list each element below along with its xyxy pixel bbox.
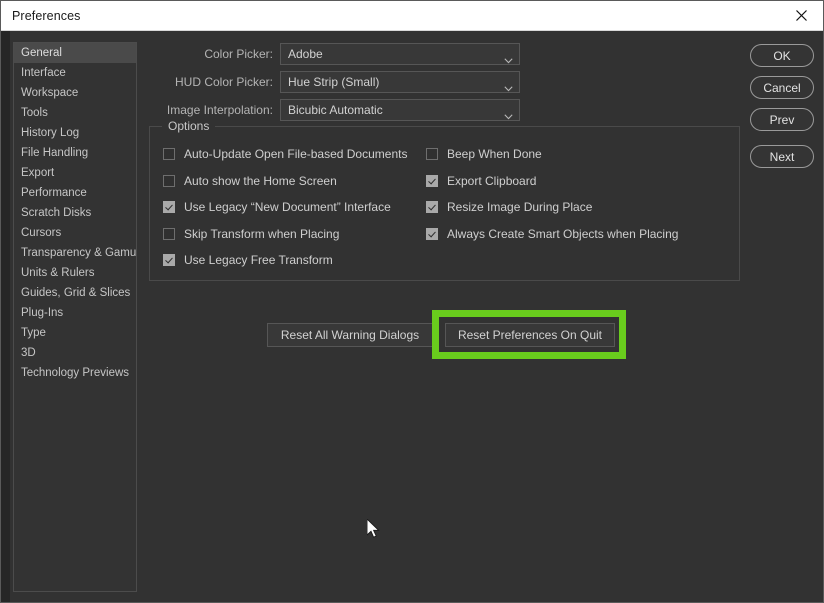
sidebar-item-scratch-disks[interactable]: Scratch Disks [14,203,136,223]
dropdown-value: Adobe [288,47,323,61]
field-label: Color Picker: [204,47,273,61]
checkbox-unchecked-icon[interactable] [163,174,175,187]
checkbox-checked-icon[interactable] [163,254,175,266]
sidebar-item-units-rulers[interactable]: Units & Rulers [14,263,136,283]
preferences-dialog: Preferences General Interface Workspace Too… [0,0,824,603]
sidebar-item-guides-grid-slices[interactable]: Guides, Grid & Slices [14,283,136,303]
cursor-arrow-icon [366,517,380,538]
checkbox-label: Skip Transform when Placing [184,226,340,241]
title-bar: Preferences [1,1,823,31]
checkbox-checked-icon[interactable] [426,174,438,187]
field-row: HUD Color Picker: Hue Strip (Small) [1,71,531,93]
field-label: Image Interpolation: [166,103,273,117]
chevron-down-icon [504,51,513,64]
window-title: Preferences [12,9,81,23]
checkbox-checked-icon[interactable] [163,201,175,213]
field-row: Color Picker: Adobe [1,43,531,65]
ok-button[interactable]: OK [750,44,814,67]
checkbox-label: Auto show the Home Screen [184,173,337,188]
checkbox-row[interactable]: Auto-Update Open File-based Documents [163,145,407,163]
checkbox-row[interactable]: Use Legacy “New Document” Interface [163,198,391,216]
dropdown-image-interpolation[interactable]: Bicubic Automatic [280,99,520,121]
cancel-button[interactable]: Cancel [750,76,814,99]
prev-button[interactable]: Prev [750,108,814,131]
dropdown-value: Hue Strip (Small) [288,75,380,89]
options-group-legend: Options [162,119,216,133]
checkbox-unchecked-icon[interactable] [426,148,438,160]
checkbox-label: Always Create Smart Objects when Placing [447,226,679,241]
mouse-cursor [366,517,381,540]
dropdown-hud-color-picker[interactable]: Hue Strip (Small) [280,71,520,93]
chevron-down-icon [504,107,513,120]
checkbox-unchecked-icon[interactable] [163,148,175,160]
checkbox-label: Auto-Update Open File-based Documents [184,147,408,161]
checkbox-label: Resize Image During Place [447,200,593,214]
sidebar-item-type[interactable]: Type [14,323,136,343]
field-row: Image Interpolation: Bicubic Automatic [1,99,531,121]
checkbox-row[interactable]: Auto show the Home Screen [163,172,337,190]
checkbox-unchecked-icon[interactable] [163,227,175,240]
checkbox-checked-icon[interactable] [426,227,438,240]
checkbox-label: Use Legacy “New Document” Interface [184,200,391,214]
sidebar-item-performance[interactable]: Performance [14,183,136,203]
dialog-body: General Interface Workspace Tools History Lo… [1,31,823,602]
sidebar-item-plug-ins[interactable]: Plug-Ins [14,303,136,323]
checkbox-row[interactable]: Resize Image During Place [426,198,592,216]
checkbox-row[interactable]: Use Legacy Free Transform [163,251,333,269]
sidebar-item-file-handling[interactable]: File Handling [14,143,136,163]
sidebar-item-3d[interactable]: 3D [14,343,136,363]
sidebar-item-technology-previews[interactable]: Technology Previews [14,363,136,383]
checkbox-label: Use Legacy Free Transform [184,253,333,267]
checkbox-row[interactable]: Skip Transform when Placing [163,225,339,243]
checkbox-label: Beep When Done [447,147,542,161]
reset-all-warning-dialogs-button[interactable]: Reset All Warning Dialogs [267,323,433,347]
reset-preferences-on-quit-button[interactable]: Reset Preferences On Quit [445,323,615,347]
checkbox-row[interactable]: Always Create Smart Objects when Placing [426,225,678,243]
sidebar-item-export[interactable]: Export [14,163,136,183]
sidebar-item-cursors[interactable]: Cursors [14,223,136,243]
checkbox-row[interactable]: Beep When Done [426,145,542,163]
field-label: HUD Color Picker: [174,75,273,89]
options-group: Options Auto-Update Open File-based Docu… [149,119,740,281]
dropdown-color-picker[interactable]: Adobe [280,43,520,65]
close-icon[interactable] [779,1,823,30]
checkbox-checked-icon[interactable] [426,201,438,213]
checkbox-row[interactable]: Export Clipboard [426,172,536,190]
preferences-category-list[interactable]: General Interface Workspace Tools History Lo… [13,42,137,592]
next-button[interactable]: Next [750,145,814,168]
chevron-down-icon [504,79,513,92]
checkbox-label: Export Clipboard [447,173,537,188]
close-glyph [795,10,807,21]
sidebar-item-transparency-gamut[interactable]: Transparency & Gamut [14,243,136,263]
dropdown-value: Bicubic Automatic [288,103,383,117]
sidebar-item-history-log[interactable]: History Log [14,123,136,143]
